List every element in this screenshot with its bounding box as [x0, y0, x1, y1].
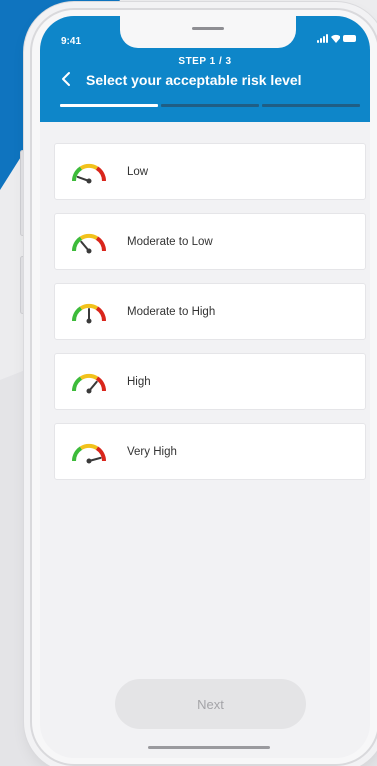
risk-option-moderate-to-high[interactable]: Moderate to High	[54, 283, 366, 340]
volume-down-side-button	[20, 256, 25, 314]
risk-option-low[interactable]: Low	[54, 143, 366, 200]
progress-segment-3	[262, 104, 360, 107]
volume-up-side-button	[20, 150, 25, 236]
home-indicator	[148, 746, 270, 749]
next-button[interactable]: Next	[115, 679, 306, 729]
back-chevron-icon[interactable]	[59, 69, 73, 89]
app-screen: 9:41 STEP 1 / 3 Select your acceptable r…	[40, 16, 370, 758]
risk-option-label: Low	[127, 165, 149, 178]
wifi-icon	[331, 34, 340, 43]
risk-option-label: High	[127, 375, 151, 388]
risk-option-label: Very High	[127, 445, 177, 458]
notch	[120, 16, 296, 48]
risk-option-very-high[interactable]: Very High	[54, 423, 366, 480]
speaker-grille	[192, 27, 224, 30]
header: 9:41 STEP 1 / 3 Select your acceptable r…	[40, 16, 370, 122]
gauge-moderate-high-icon	[71, 303, 107, 323]
gauge-moderate-low-icon	[71, 233, 107, 253]
gauge-low-icon	[71, 163, 107, 183]
progress-segment-2	[161, 104, 259, 107]
risk-option-label: Moderate to Low	[127, 235, 213, 248]
signal-icon	[317, 34, 328, 43]
page-title: Select your acceptable risk level	[86, 72, 302, 88]
gauge-high-icon	[71, 373, 107, 393]
step-indicator: STEP 1 / 3	[178, 56, 232, 67]
step-progress-bar	[60, 104, 360, 107]
progress-segment-1	[60, 104, 158, 107]
risk-option-label: Moderate to High	[127, 305, 216, 318]
gauge-very-high-icon	[71, 443, 107, 463]
status-time: 9:41	[61, 36, 82, 47]
risk-option-moderate-to-low[interactable]: Moderate to Low	[54, 213, 366, 270]
risk-level-list: Low Moderate to Low Moderate to High Hig…	[54, 143, 366, 493]
risk-option-high[interactable]: High	[54, 353, 366, 410]
status-icons	[317, 34, 356, 43]
battery-icon	[343, 35, 356, 42]
